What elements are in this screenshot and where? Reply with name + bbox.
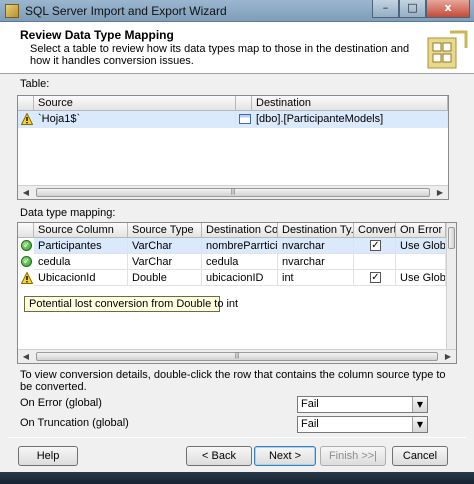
- conversion-hint: To view conversion details, double-click…: [20, 369, 446, 393]
- column-header-spacer: [236, 96, 252, 111]
- convert-checkbox[interactable]: ✓: [370, 240, 381, 251]
- table-row[interactable]: ✓ cedula VarChar cedula nvarchar: [18, 254, 446, 270]
- scroll-left-icon[interactable]: ◀: [18, 350, 34, 363]
- convert-cell: ✓: [354, 238, 396, 254]
- back-button[interactable]: < Back: [186, 446, 252, 466]
- next-button[interactable]: Next >: [254, 446, 316, 466]
- source-type-cell: VarChar: [128, 238, 202, 254]
- scroll-thumb[interactable]: |||: [36, 188, 430, 197]
- warning-icon: [21, 113, 33, 125]
- on-error-select[interactable]: Fail ▼: [297, 396, 428, 413]
- convert-checkbox[interactable]: ✓: [370, 272, 381, 283]
- source-column-cell: UbicacionId: [34, 270, 128, 286]
- check-ok-icon: ✓: [21, 240, 32, 251]
- chevron-down-icon[interactable]: ▼: [412, 417, 427, 432]
- column-header-source-type[interactable]: Source Type: [128, 223, 202, 238]
- close-button[interactable]: x: [426, 0, 470, 18]
- column-header-destination-column[interactable]: Destination Co...: [202, 223, 278, 238]
- source-type-cell: VarChar: [128, 254, 202, 270]
- destination-type-cell: nvarchar: [278, 238, 354, 254]
- on-truncation-label: On Truncation (global): [20, 417, 129, 429]
- table-grid-corner: [18, 96, 34, 111]
- table-grid-scrollbar[interactable]: ◀ ||| ▶: [18, 185, 448, 199]
- table-grid[interactable]: Source Destination `Hoja1$` [dbo].[Parti…: [17, 95, 449, 200]
- column-header-source-column[interactable]: Source Column: [34, 223, 128, 238]
- destination-column-cell: nombreParrtici...: [202, 238, 278, 254]
- destination-type-cell: int: [278, 270, 354, 286]
- check-ok-icon: ✓: [21, 256, 32, 267]
- source-column-cell: cedula: [34, 254, 128, 270]
- help-button[interactable]: Help: [18, 446, 78, 466]
- window-title: SQL Server Import and Export Wizard: [25, 4, 227, 18]
- source-column-cell: Participantes: [34, 238, 128, 254]
- chevron-down-icon[interactable]: ▼: [412, 397, 427, 412]
- vscroll-thumb[interactable]: [448, 227, 455, 249]
- convert-cell: ✓: [354, 270, 396, 286]
- on-error-cell[interactable]: [396, 254, 446, 270]
- conversion-tooltip: Potential lost conversion from Double to…: [24, 296, 238, 312]
- mapping-label: Data type mapping:: [20, 207, 116, 219]
- wizard-banner-icon: [427, 30, 468, 69]
- window-controls: – □ x: [372, 0, 470, 18]
- mapping-grid-vscroll[interactable]: [446, 223, 456, 349]
- taskbar: [0, 472, 474, 484]
- column-header-convert[interactable]: Convert: [354, 223, 396, 238]
- destination-column-cell: cedula: [202, 254, 278, 270]
- table-icon: [239, 114, 251, 124]
- page-header: Review Data Type Mapping Select a table …: [0, 22, 474, 74]
- mapping-grid-scrollbar[interactable]: ◀ ||| ▶: [18, 349, 456, 363]
- column-header-on-error[interactable]: On Error: [396, 223, 446, 238]
- column-header-source[interactable]: Source: [34, 96, 236, 111]
- maximize-button[interactable]: □: [399, 0, 426, 18]
- footer-divider: [8, 437, 466, 438]
- on-error-label: On Error (global): [20, 397, 102, 409]
- table-row[interactable]: `Hoja1$` [dbo].[ParticipanteModels]: [18, 111, 448, 128]
- wizard-window: SQL Server Import and Export Wizard – □ …: [0, 0, 474, 484]
- page-title: Review Data Type Mapping: [20, 28, 174, 42]
- column-header-destination[interactable]: Destination: [252, 96, 448, 111]
- on-truncation-value: Fail: [301, 418, 319, 430]
- cancel-button[interactable]: Cancel: [392, 446, 448, 466]
- source-cell: `Hoja1$`: [34, 111, 236, 127]
- source-type-cell: Double: [128, 270, 202, 286]
- warning-icon: [21, 272, 33, 284]
- on-error-cell[interactable]: Use Global: [396, 270, 446, 286]
- column-header-destination-type[interactable]: Destination Ty...: [278, 223, 354, 238]
- scroll-left-icon[interactable]: ◀: [18, 186, 34, 199]
- table-row[interactable]: ✓ Participantes VarChar nombreParrtici..…: [18, 238, 446, 254]
- table-label: Table:: [20, 78, 50, 90]
- on-error-value: Fail: [301, 398, 319, 410]
- wizard-app-icon: [5, 4, 19, 18]
- convert-cell: [354, 254, 396, 270]
- scroll-thumb[interactable]: |||: [36, 352, 438, 361]
- scroll-right-icon[interactable]: ▶: [432, 186, 448, 199]
- table-row[interactable]: UbicacionId Double ubicacionID int ✓ Use…: [18, 270, 446, 286]
- page-description: Select a table to review how its data ty…: [30, 43, 410, 67]
- title-bar[interactable]: SQL Server Import and Export Wizard – □ …: [0, 0, 474, 22]
- scroll-right-icon[interactable]: ▶: [440, 350, 456, 363]
- minimize-button[interactable]: –: [372, 0, 399, 18]
- mapping-grid-corner: [18, 223, 34, 238]
- destination-cell: [dbo].[ParticipanteModels]: [252, 111, 448, 127]
- destination-type-cell: nvarchar: [278, 254, 354, 270]
- mapping-grid[interactable]: Source Column Source Type Destination Co…: [17, 222, 457, 364]
- finish-button: Finish >>|: [320, 446, 386, 466]
- destination-column-cell: ubicacionID: [202, 270, 278, 286]
- on-truncation-select[interactable]: Fail ▼: [297, 416, 428, 433]
- on-error-cell[interactable]: Use Global: [396, 238, 446, 254]
